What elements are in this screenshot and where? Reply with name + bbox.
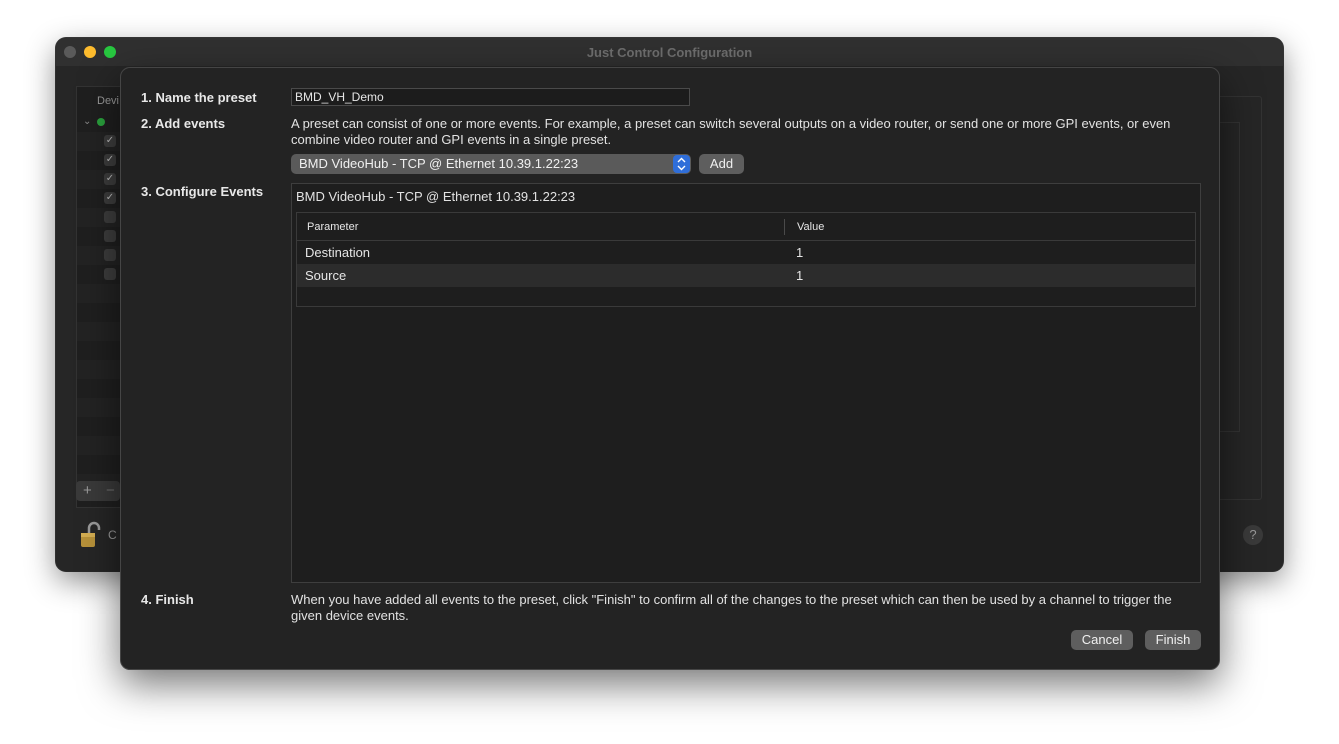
device-select-value: BMD VideoHub - TCP @ Ethernet 10.39.1.22… (299, 156, 579, 171)
table-row[interactable]: Source 1 (297, 264, 1195, 287)
parameter-cell: Destination (305, 245, 371, 260)
finish-description: When you have added all events to the pr… (291, 592, 1172, 623)
add-device-button[interactable]: + (83, 482, 92, 499)
device-checkbox[interactable]: ✓ (104, 154, 116, 166)
table-header: Parameter Value (297, 213, 1195, 241)
unlocked-padlock-icon[interactable] (80, 521, 102, 549)
step3-label: 3. Configure Events (141, 184, 264, 199)
parameter-cell: Source (305, 268, 347, 283)
device-list-header: Devi (97, 95, 120, 107)
preset-name-input[interactable] (291, 88, 690, 106)
device-checkbox[interactable] (104, 249, 116, 261)
add-event-button[interactable]: Add (699, 154, 744, 174)
column-header-parameter[interactable]: Parameter (307, 221, 358, 233)
finish-button[interactable]: Finish (1145, 630, 1201, 650)
cancel-button[interactable]: Cancel (1071, 630, 1133, 650)
lock-label: C (108, 528, 117, 542)
status-dot-icon (97, 118, 105, 126)
chevron-down-icon[interactable]: ⌄ (83, 116, 91, 127)
device-checkbox[interactable]: ✓ (104, 135, 116, 147)
device-checkbox[interactable] (104, 230, 116, 242)
window-title: Just Control Configuration (586, 45, 753, 60)
step2-label: 2. Add events (141, 116, 226, 131)
device-checkbox[interactable] (104, 268, 116, 280)
remove-device-button[interactable]: − (106, 482, 115, 499)
up-down-chevron-icon[interactable] (673, 155, 690, 173)
value-cell[interactable]: 1 (796, 245, 803, 260)
events-panel: BMD VideoHub - TCP @ Ethernet 10.39.1.22… (291, 183, 1201, 583)
add-events-description: A preset can consist of one or more even… (291, 116, 1171, 147)
column-divider[interactable] (784, 219, 785, 235)
title-bar: Just Control Configuration (56, 38, 1283, 66)
help-button[interactable]: ? (1243, 525, 1263, 545)
device-checkbox[interactable]: ✓ (104, 192, 116, 204)
device-checkbox[interactable]: ✓ (104, 173, 116, 185)
value-cell[interactable]: 1 (796, 268, 803, 283)
device-checkbox[interactable] (104, 211, 116, 223)
step4-label: 4. Finish (141, 592, 194, 607)
event-title: BMD VideoHub - TCP @ Ethernet 10.39.1.22… (296, 189, 576, 204)
step1-label: 1. Name the preset (141, 90, 257, 105)
device-list-controls: + − (76, 481, 120, 501)
parameter-table: Parameter Value Destination 1 Source 1 (296, 212, 1196, 307)
device-select[interactable]: BMD VideoHub - TCP @ Ethernet 10.39.1.22… (291, 154, 691, 174)
column-header-value[interactable]: Value (797, 221, 824, 233)
table-row[interactable]: Destination 1 (297, 241, 1195, 264)
preset-sheet: 1. Name the preset 2. Add events A prese… (120, 67, 1220, 670)
